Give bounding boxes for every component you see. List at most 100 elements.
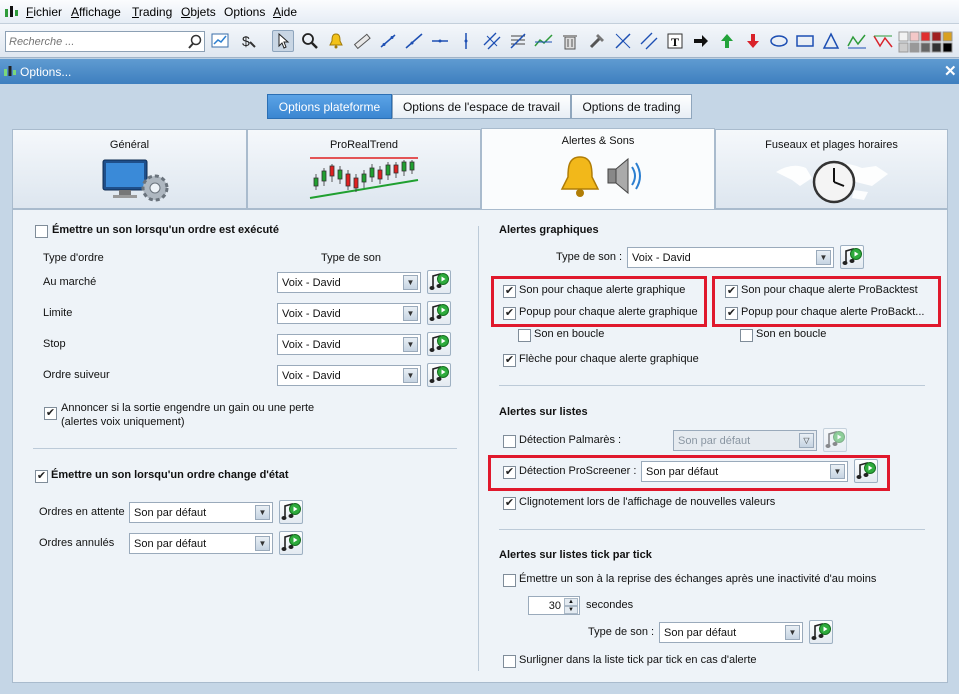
pattern-icon[interactable] [872,30,894,52]
play-sound-button[interactable] [427,270,451,294]
play-sound-button[interactable] [279,531,303,555]
palmares-sound-select[interactable]: Son par défaut ▽ [673,430,817,451]
state-row-label: Ordres en attente [39,506,125,518]
vertical-line-icon[interactable] [455,30,477,52]
music-play-icon [825,430,845,448]
play-sound-button[interactable] [840,245,864,269]
chart-window-icon[interactable] [209,30,231,52]
menu-objets[interactable]: Objets [181,5,216,19]
tab-prorealtrend[interactable]: ProRealTrend [247,129,481,209]
tick-highlight-checkbox[interactable] [503,655,516,668]
announce-gain-checkbox[interactable]: ✔ [44,407,57,420]
blink-label: Clignotement lors de l'affichage de nouv… [519,496,776,508]
tick-alerts-title: Alertes sur listes tick par tick [499,549,652,561]
palmares-checkbox[interactable] [503,435,516,448]
tick-sound-select[interactable]: Son par défaut ▼ [659,622,803,643]
play-sound-button[interactable] [427,332,451,356]
sound-select-market[interactable]: Voix - David ▼ [277,272,421,293]
tab-label: Alertes & Sons [561,135,635,147]
menu-options[interactable]: Options [224,5,265,19]
graph-each-sound-checkbox[interactable]: ✔ [503,285,516,298]
arrow-up-icon[interactable] [716,30,738,52]
search-icon[interactable] [187,34,203,50]
backtest-loop-checkbox[interactable] [740,329,753,342]
line-icon[interactable] [377,30,399,52]
arrow-each-checkbox[interactable]: ✔ [503,354,516,367]
segment-options-plateforme[interactable]: Options plateforme [267,94,392,119]
segment-options-espace-travail[interactable]: Options de l'espace de travail [392,94,571,119]
proscreener-sound-select[interactable]: Son par défaut ▼ [641,461,848,482]
parallel-icon[interactable] [638,30,660,52]
backtest-popup-checkbox[interactable]: ✔ [725,307,738,320]
order-type-label: Stop [43,338,66,350]
ruler-icon[interactable] [351,30,373,52]
order-executed-checkbox[interactable] [35,225,48,238]
select-value: Voix - David [632,252,691,264]
stepper-down-icon[interactable]: ▼ [564,606,578,614]
proscreener-checkbox[interactable]: ✔ [503,466,516,479]
chevron-down-icon: ▼ [785,625,800,640]
seconds-stepper[interactable]: 30 ▲ ▼ [528,596,580,615]
play-sound-button[interactable] [279,500,303,524]
graph-popup-checkbox[interactable]: ✔ [503,307,516,320]
stepper-up-icon[interactable]: ▲ [564,598,578,606]
menu-trading[interactable]: Trading [132,5,172,19]
proscreener-label: Détection ProScreener : [519,465,637,477]
play-sound-button[interactable] [427,301,451,325]
graph-sound-select[interactable]: Voix - David ▼ [627,247,834,268]
play-sound-button[interactable] [427,363,451,387]
play-sound-button[interactable] [823,428,847,452]
state-row-label: Ordres annulés [39,537,115,549]
zigzag-icon[interactable] [846,30,868,52]
arrow-line-icon[interactable] [612,30,634,52]
menu-affichage[interactable]: Affichage [71,5,121,19]
app-logo-icon [5,6,18,17]
line-icon[interactable] [403,30,425,52]
sound-select-cancelled[interactable]: Son par défaut ▼ [129,533,273,554]
rectangle-icon[interactable] [794,30,816,52]
close-icon[interactable]: ✕ [944,62,957,80]
sound-select-pending[interactable]: Son par défaut ▼ [129,502,273,523]
column-order-type: Type d'ordre [43,252,104,264]
sound-select-trailing[interactable]: Voix - David ▼ [277,365,421,386]
play-sound-button[interactable] [854,459,878,483]
tools-icon[interactable] [586,30,608,52]
horizontal-line-icon[interactable] [429,30,451,52]
order-state-checkbox[interactable]: ✔ [35,470,48,483]
menu-aide[interactable]: Aide [273,5,297,19]
triangle-icon[interactable] [820,30,842,52]
channel-icon[interactable] [481,30,503,52]
graph-loop-label: Son en boucle [534,328,605,340]
music-play-icon [281,533,301,551]
text-icon[interactable]: T [664,30,686,52]
chevron-down-icon: ▼ [830,464,845,479]
alert-bell-icon[interactable] [325,30,347,52]
sound-select-limit[interactable]: Voix - David ▼ [277,303,421,324]
fibonacci-icon[interactable] [507,30,529,52]
ellipse-icon[interactable] [768,30,790,52]
select-value: Son par défaut [664,627,737,639]
arrow-down-icon[interactable] [742,30,764,52]
play-sound-button[interactable] [809,620,833,644]
section-divider [499,529,925,530]
search-input[interactable] [9,35,179,49]
segment-options-trading[interactable]: Options de trading [571,94,692,119]
trend-icon[interactable] [533,30,555,52]
tab-fuseaux-plages-horaires[interactable]: Fuseaux et plages horaires [715,129,948,209]
search-box[interactable] [5,31,205,52]
dollar-tool-icon[interactable]: $ [237,30,259,52]
trash-icon[interactable] [559,30,581,52]
tick-emit-checkbox[interactable] [503,574,516,587]
arrow-right-icon[interactable] [690,30,712,52]
tab-alertes-sons[interactable]: Alertes & Sons [481,128,715,210]
color-palette-icon[interactable] [898,31,958,53]
backtest-popup-label: Popup pour chaque alerte ProBackt... [741,306,925,318]
sound-select-stop[interactable]: Voix - David ▼ [277,334,421,355]
tab-general[interactable]: Général [12,129,247,209]
blink-checkbox[interactable]: ✔ [503,497,516,510]
backtest-sound-checkbox[interactable]: ✔ [725,285,738,298]
graph-loop-checkbox[interactable] [518,329,531,342]
menu-fichier[interactable]: Fichier [26,5,62,19]
zoom-icon[interactable] [299,30,321,52]
pointer-icon[interactable] [272,30,294,52]
